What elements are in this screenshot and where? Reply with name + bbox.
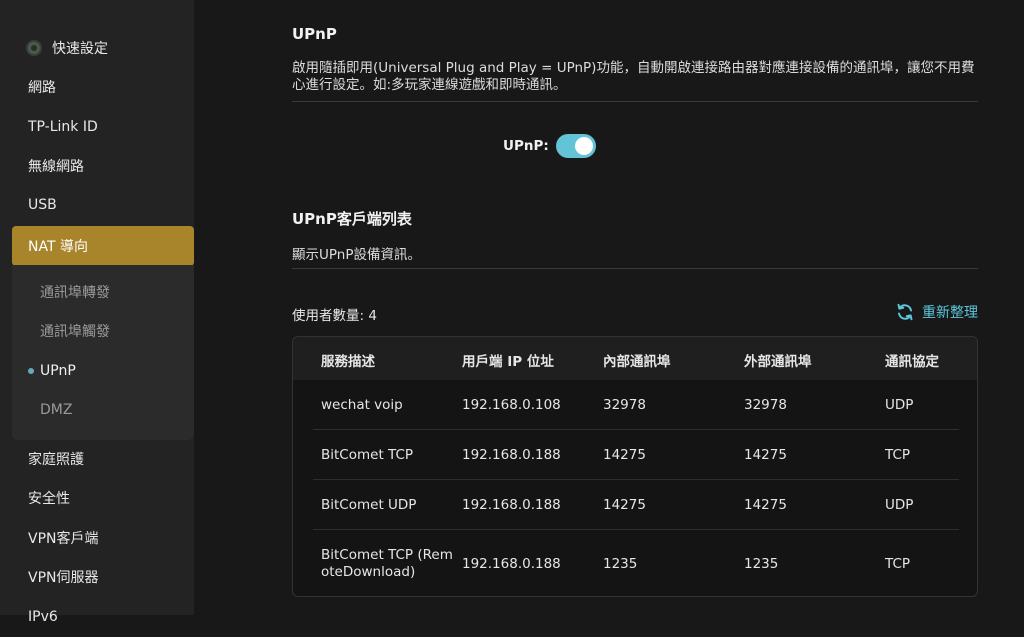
sidebar-item-label: IPv6 xyxy=(28,609,58,625)
divider xyxy=(292,268,978,269)
cell-ip: 192.168.0.108 xyxy=(462,397,561,413)
divider xyxy=(292,101,978,102)
sidebar-item-label: 快速設定 xyxy=(52,41,108,57)
quick-setup-icon xyxy=(26,40,42,56)
cell-protocol: UDP xyxy=(885,397,914,413)
sidebar-item-label: 家庭照護 xyxy=(28,452,84,468)
upnp-toggle[interactable] xyxy=(556,134,596,158)
cell-external-port: 14275 xyxy=(744,447,787,463)
sidebar-item-vpn-client[interactable]: VPN客戶端 xyxy=(0,518,194,558)
submenu-item-label: 通訊埠轉發 xyxy=(40,285,110,301)
table-row: BitComet UDP 192.168.0.188 14275 14275 U… xyxy=(293,480,977,530)
cell-service-line1: BitComet TCP (Rem xyxy=(321,547,453,563)
upnp-description: 啟用隨插即用(Universal Plug and Play = UPnP)功能… xyxy=(292,60,975,93)
sidebar-item-ipv6[interactable]: IPv6 xyxy=(0,597,194,637)
submenu-item-dmz[interactable]: DMZ xyxy=(12,391,194,429)
cell-internal-port: 14275 xyxy=(603,497,646,513)
sidebar-item-usb[interactable]: USB xyxy=(0,185,194,225)
upnp-client-table: 服務描述 用戶端 IP 位址 內部通訊埠 外部通訊埠 通訊協定 wechat v… xyxy=(292,336,978,597)
submenu-item-port-forwarding[interactable]: 通訊埠轉發 xyxy=(12,273,194,311)
sidebar-item-vpn-server[interactable]: VPN伺服器 xyxy=(0,557,194,597)
table-header: 服務描述 用戶端 IP 位址 內部通訊埠 外部通訊埠 通訊協定 xyxy=(293,337,977,380)
nat-submenu: 通訊埠轉發 通訊埠觸發 UPnP DMZ xyxy=(12,265,194,440)
cell-service: wechat voip xyxy=(321,397,403,413)
cell-ip: 192.168.0.188 xyxy=(462,556,561,572)
sidebar-item-network[interactable]: 網路 xyxy=(0,67,194,107)
sidebar-item-label: VPN客戶端 xyxy=(28,531,99,547)
column-header-service: 服務描述 xyxy=(321,354,375,370)
sidebar-item-label: TP-Link ID xyxy=(28,119,98,135)
cell-service: BitComet UDP xyxy=(321,497,417,513)
cell-protocol: TCP xyxy=(885,447,911,463)
cell-service-line2: oteDownload) xyxy=(321,564,416,580)
refresh-label: 重新整理 xyxy=(922,305,978,321)
sidebar-item-security[interactable]: 安全性 xyxy=(0,478,194,518)
sidebar-item-label: VPN伺服器 xyxy=(28,570,99,586)
sidebar-item-label: 網路 xyxy=(28,80,56,96)
cell-protocol: UDP xyxy=(885,497,914,513)
table-row: BitComet TCP 192.168.0.188 14275 14275 T… xyxy=(293,430,977,480)
upnp-toggle-label: UPnP: xyxy=(503,138,549,154)
refresh-button[interactable]: 重新整理 xyxy=(895,302,978,322)
cell-service: BitComet TCP xyxy=(321,447,414,463)
submenu-item-upnp[interactable]: UPnP xyxy=(12,352,194,390)
sidebar: 快速設定 網路 TP-Link ID 無線網路 USB NAT 導向 通訊埠轉發… xyxy=(0,0,194,625)
column-header-internal-port: 內部通訊埠 xyxy=(603,354,671,370)
sidebar-item-parental-controls[interactable]: 家庭照護 xyxy=(0,439,194,479)
cell-external-port: 14275 xyxy=(744,497,787,513)
cell-internal-port: 1235 xyxy=(603,556,638,572)
submenu-item-port-triggering[interactable]: 通訊埠觸發 xyxy=(12,312,194,350)
cell-ip: 192.168.0.188 xyxy=(462,497,561,513)
client-list-title: UPnP客戶端列表 xyxy=(292,210,412,228)
cell-external-port: 1235 xyxy=(744,556,779,572)
submenu-item-label: DMZ xyxy=(40,402,73,418)
current-indicator-dot xyxy=(28,368,34,374)
cell-external-port: 32978 xyxy=(744,397,787,413)
client-list-description: 顯示UPnP設備資訊。 xyxy=(292,247,421,263)
submenu-item-label: UPnP xyxy=(40,363,76,379)
toggle-knob xyxy=(575,137,593,155)
refresh-icon xyxy=(897,303,913,321)
column-header-ip: 用戶端 IP 位址 xyxy=(462,354,554,370)
sidebar-item-label: USB xyxy=(28,197,57,213)
cell-ip: 192.168.0.188 xyxy=(462,447,561,463)
submenu-item-label: 通訊埠觸發 xyxy=(40,324,110,340)
sidebar-item-label: 無線網路 xyxy=(28,159,84,175)
sidebar-item-label: 安全性 xyxy=(28,491,70,507)
column-header-external-port: 外部通訊埠 xyxy=(744,354,812,370)
user-count: 使用者數量: 4 xyxy=(292,308,377,324)
cell-internal-port: 32978 xyxy=(603,397,646,413)
cell-internal-port: 14275 xyxy=(603,447,646,463)
sidebar-item-tplink-id[interactable]: TP-Link ID xyxy=(0,107,194,147)
cell-protocol: TCP xyxy=(885,556,911,572)
column-header-protocol: 通訊協定 xyxy=(885,354,939,370)
sidebar-item-label: NAT 導向 xyxy=(28,239,88,255)
table-row: BitComet TCP (Rem oteDownload) 192.168.0… xyxy=(293,530,977,596)
sidebar-item-nat-forwarding[interactable]: NAT 導向 xyxy=(12,226,194,266)
sidebar-item-wireless[interactable]: 無線網路 xyxy=(0,146,194,186)
upnp-section-title: UPnP xyxy=(292,25,337,43)
sidebar-item-quick-setup[interactable]: 快速設定 xyxy=(0,28,194,68)
table-row: wechat voip 192.168.0.108 32978 32978 UD… xyxy=(293,380,977,430)
